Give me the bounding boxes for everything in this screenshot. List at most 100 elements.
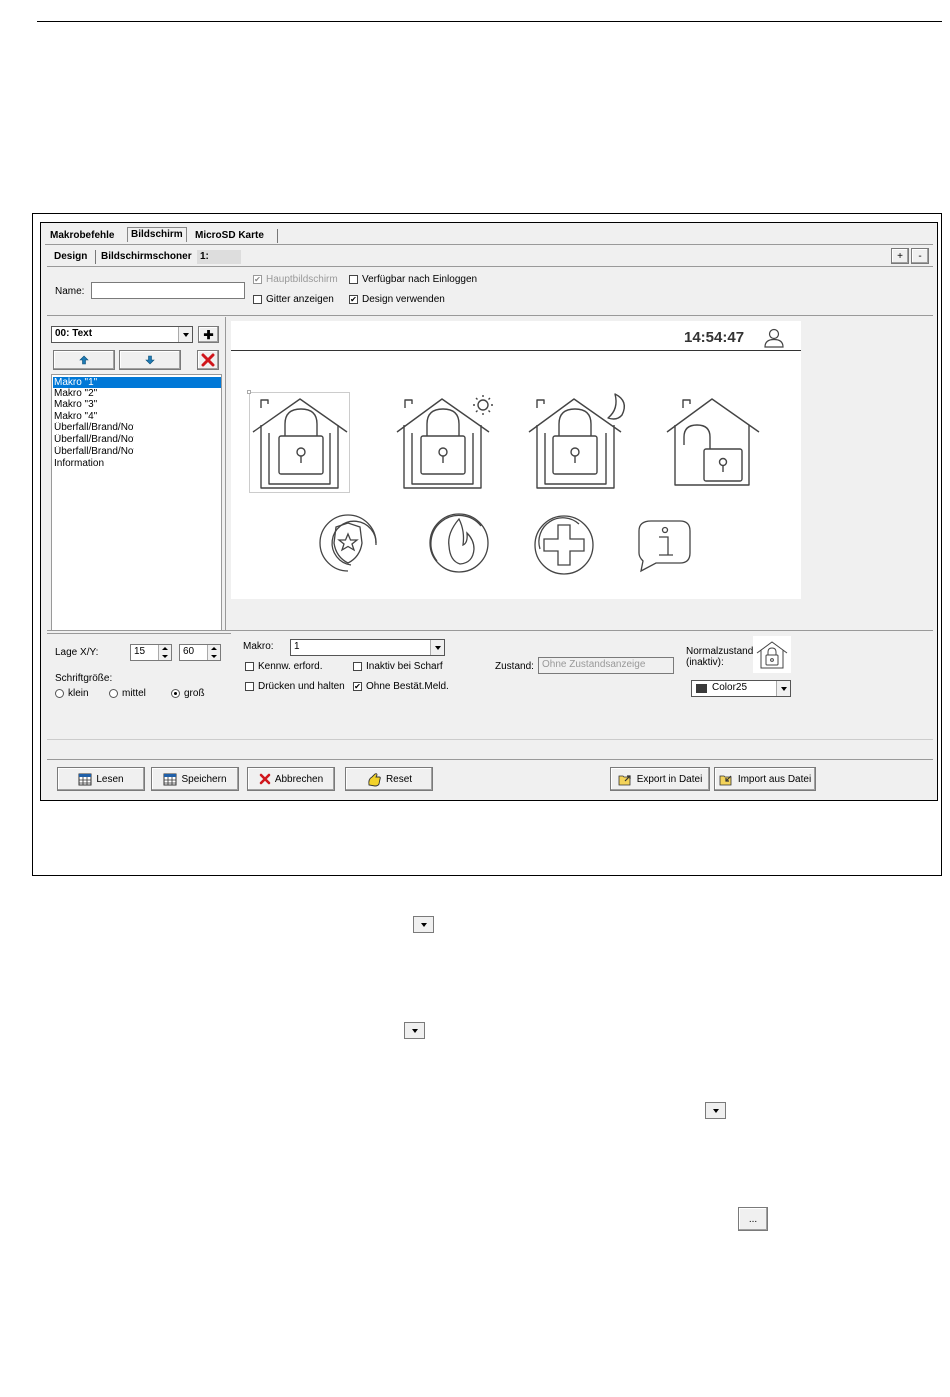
x-position-input[interactable]: 15: [130, 644, 172, 661]
checkbox-label: Design verwenden: [362, 294, 445, 305]
x-position-value: 15: [134, 646, 146, 657]
house-lock-icon: [252, 398, 348, 489]
element-select[interactable]: 00: Text: [51, 326, 193, 343]
design-verwenden-checkbox[interactable]: ✔ Design verwenden: [349, 294, 445, 305]
druecken-halten-checkbox[interactable]: Drücken und halten: [245, 681, 345, 692]
kennwort-checkbox[interactable]: Kennw. erford.: [245, 661, 322, 672]
properties-rule: [47, 630, 933, 631]
list-item[interactable]: Makro "4": [53, 411, 221, 422]
button-label: Reset: [385, 773, 413, 785]
chevron-down-icon[interactable]: [430, 640, 444, 655]
add-screen-button[interactable]: +: [891, 248, 909, 264]
ellipsis-button[interactable]: ...: [738, 1207, 768, 1231]
list-item[interactable]: Makro "2": [53, 388, 221, 399]
house-lock-night-icon: [528, 393, 625, 489]
radio-label: klein: [68, 688, 89, 699]
radio-gross[interactable]: groß: [171, 688, 205, 699]
normalzustand-label: Normalzustand (inaktiv):: [686, 646, 753, 668]
normal-state-preview[interactable]: [753, 636, 791, 673]
dropdown-arrow-button[interactable]: [404, 1022, 425, 1039]
house-unlocked-icon: [666, 398, 760, 486]
checkbox-box: ✔: [353, 682, 362, 691]
y-position-input[interactable]: 60: [179, 644, 221, 661]
abbrechen-button[interactable]: Abbrechen: [247, 767, 335, 791]
import-button[interactable]: Import aus Datei: [714, 767, 816, 791]
tab-bildschirm[interactable]: Bildschirm: [127, 227, 187, 242]
button-label: Import aus Datei: [737, 773, 812, 785]
chevron-down-icon: [411, 1028, 418, 1033]
move-up-button[interactable]: [53, 350, 115, 370]
inaktiv-scharf-checkbox[interactable]: Inaktiv bei Scharf: [353, 661, 443, 672]
radio-label: mittel: [122, 688, 146, 699]
export-button[interactable]: Export in Datei: [610, 767, 710, 791]
makro-select[interactable]: 1: [290, 639, 445, 656]
button-label: Export in Datei: [636, 773, 703, 785]
checkbox-label: Kennw. erford.: [258, 661, 323, 672]
radio-klein[interactable]: klein: [55, 688, 89, 699]
checkbox-box: ✔: [253, 275, 262, 284]
tab-separator: [95, 250, 96, 264]
list-item[interactable]: Überfall/Brand/Notruf: [53, 446, 134, 457]
radio-circle: [55, 689, 64, 698]
checkbox-box: [245, 682, 254, 691]
checkbox-box: [353, 662, 362, 671]
button-label: Speichern: [181, 773, 227, 785]
checkbox-box: [253, 295, 262, 304]
list-item[interactable]: Information: [53, 458, 221, 469]
color-select[interactable]: Color25: [691, 680, 791, 697]
lesen-button[interactable]: Lesen: [57, 767, 145, 791]
checkbox-box: [245, 662, 254, 671]
verfuegbar-checkbox[interactable]: Verfügbar nach Einloggen: [349, 274, 477, 285]
list-item[interactable]: Makro "3": [53, 399, 221, 410]
tab-screen-1[interactable]: 1:: [197, 250, 241, 264]
hauptbildschirm-checkbox[interactable]: ✔ Hauptbildschirm: [253, 274, 340, 285]
list-item[interactable]: Überfall/Brand/Notruf: [53, 434, 134, 445]
add-element-button[interactable]: ✚: [198, 326, 219, 343]
zustand-input[interactable]: Ohne Zustandsanzeige: [538, 657, 674, 674]
arrow-down-icon: [145, 355, 155, 365]
info-bubble-icon: [638, 520, 691, 573]
chevron-down-icon[interactable]: [178, 327, 192, 342]
speichern-button[interactable]: Speichern: [151, 767, 239, 791]
chevron-down-icon[interactable]: [776, 681, 790, 696]
button-label: Abbrechen: [274, 773, 324, 785]
page-header-rule: [37, 21, 942, 22]
schrift-label: Schriftgröße:: [55, 673, 113, 684]
dropdown-arrow-button[interactable]: [705, 1102, 726, 1119]
dropdown-arrow-button[interactable]: [413, 916, 434, 933]
tab-microsd[interactable]: MicroSD Karte: [192, 229, 267, 243]
radio-label: groß: [184, 688, 205, 699]
checkbox-label: Hauptbildschirm: [266, 274, 338, 285]
spin-buttons[interactable]: [207, 645, 220, 660]
checkbox-label: Gitter anzeigen: [266, 294, 334, 305]
grid-read-icon: [78, 773, 92, 785]
ohne-bestaet-checkbox[interactable]: ✔ Ohne Bestät.Meld.: [353, 681, 449, 692]
cancel-x-icon: [259, 773, 271, 785]
arrow-up-icon: [79, 355, 89, 365]
remove-screen-button[interactable]: -: [911, 248, 929, 264]
list-item[interactable]: Überfall/Brand/Notruf: [53, 422, 134, 433]
left-panel-rule: [47, 633, 231, 634]
reset-button[interactable]: Reset: [345, 767, 433, 791]
tab-design[interactable]: Design: [51, 250, 90, 264]
element-list[interactable]: Makro "1" Makro "2" Makro "3" Makro "4" …: [51, 374, 222, 631]
gitter-checkbox[interactable]: Gitter anzeigen: [253, 294, 334, 305]
y-position-value: 60: [183, 646, 195, 657]
button-label: Lesen: [96, 773, 124, 785]
delete-element-button[interactable]: [197, 350, 219, 370]
checkbox-label: Verfügbar nach Einloggen: [362, 274, 478, 285]
checkbox-label: Ohne Bestät.Meld.: [366, 681, 449, 692]
medical-cross-icon: [534, 515, 594, 575]
macro-icons-layer: [252, 393, 760, 575]
tab-bildschirmschoner[interactable]: Bildschirmschoner: [98, 250, 195, 264]
move-down-button[interactable]: [119, 350, 181, 370]
tab-makrobefehle[interactable]: Makrobefehle: [47, 229, 117, 243]
list-item[interactable]: Makro "1": [53, 377, 221, 388]
checkbox-box: [349, 275, 358, 284]
radio-mittel[interactable]: mittel: [109, 688, 146, 699]
name-input[interactable]: [91, 282, 245, 299]
makro-label: Makro:: [243, 641, 274, 652]
radio-circle: [109, 689, 118, 698]
fire-icon: [429, 513, 489, 573]
spin-buttons[interactable]: [158, 645, 171, 660]
